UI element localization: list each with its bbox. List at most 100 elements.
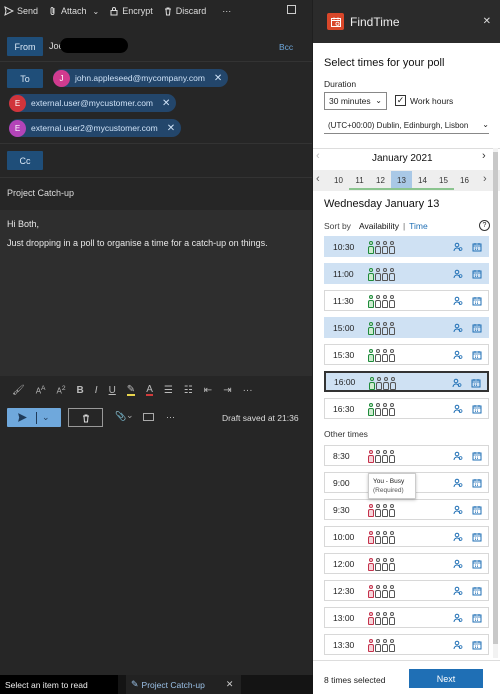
attendees-icon[interactable] bbox=[453, 451, 463, 461]
day-cell[interactable]: 11 bbox=[349, 171, 370, 190]
calendar-icon[interactable] bbox=[472, 559, 482, 569]
chevron-down-icon[interactable]: ⌄ bbox=[42, 412, 50, 423]
next-button[interactable]: Next bbox=[409, 669, 483, 688]
sort-availability[interactable]: Availability bbox=[359, 221, 399, 231]
day-cell[interactable]: 15 bbox=[433, 171, 454, 190]
attach-button[interactable]: Attach ⌄ bbox=[48, 6, 99, 16]
attendees-icon[interactable] bbox=[453, 296, 463, 306]
bcc-button[interactable]: Bcc bbox=[279, 42, 293, 52]
attendees-icon[interactable] bbox=[453, 559, 463, 569]
remove-recipient-icon[interactable]: ✕ bbox=[162, 98, 170, 109]
calendar-icon[interactable] bbox=[472, 323, 482, 333]
calendar-icon[interactable] bbox=[472, 640, 482, 650]
increase-indent-icon[interactable]: ⇥ bbox=[223, 385, 231, 396]
attendees-icon[interactable] bbox=[453, 242, 463, 252]
time-slot[interactable]: 12:00 bbox=[324, 553, 489, 574]
time-slot[interactable]: 10:00 bbox=[324, 526, 489, 547]
calendar-icon[interactable] bbox=[472, 269, 482, 279]
time-slot[interactable]: 13:30 bbox=[324, 634, 489, 655]
time-slot[interactable]: 12:30 bbox=[324, 580, 489, 601]
day-cell[interactable]: 14 bbox=[412, 171, 433, 190]
popout-icon[interactable] bbox=[287, 5, 296, 14]
from-button[interactable]: From bbox=[7, 37, 43, 56]
calendar-icon[interactable] bbox=[472, 505, 482, 515]
more-options-button[interactable]: ··· bbox=[222, 6, 231, 16]
scrollbar[interactable] bbox=[493, 148, 498, 658]
attendees-icon[interactable] bbox=[453, 404, 463, 414]
format-painter-icon[interactable]: 🖌 bbox=[12, 385, 25, 396]
cc-button[interactable]: Cc bbox=[7, 151, 43, 170]
attendees-icon[interactable] bbox=[453, 350, 463, 360]
italic-icon[interactable]: I bbox=[95, 385, 98, 396]
remove-recipient-icon[interactable]: ✕ bbox=[167, 123, 175, 134]
calendar-icon[interactable] bbox=[471, 378, 481, 388]
superscript-icon[interactable]: A2 bbox=[57, 385, 66, 396]
underline-icon[interactable]: U bbox=[109, 385, 116, 396]
day-cell-selected[interactable]: 13 bbox=[391, 171, 412, 190]
day-cell[interactable]: 10 bbox=[328, 171, 349, 190]
calendar-icon[interactable] bbox=[472, 586, 482, 596]
attendees-icon[interactable] bbox=[453, 532, 463, 542]
highlight-icon[interactable]: ✎ bbox=[126, 384, 136, 396]
timezone-select[interactable]: (UTC+00:00) Dublin, Edinburgh, Lisbon ⌄ bbox=[324, 118, 489, 134]
calendar-icon[interactable] bbox=[472, 613, 482, 623]
chevron-right-icon[interactable]: › bbox=[483, 173, 487, 185]
time-slot[interactable]: 11:00 bbox=[324, 263, 489, 284]
time-slot[interactable]: 16:00 bbox=[324, 371, 489, 392]
day-cell[interactable]: 12 bbox=[370, 171, 391, 190]
time-slot[interactable]: 9:30 bbox=[324, 499, 489, 520]
bold-icon[interactable]: B bbox=[77, 385, 84, 396]
time-slot[interactable]: 13:00 bbox=[324, 607, 489, 628]
more-format-icon[interactable]: ··· bbox=[243, 385, 253, 396]
calendar-icon[interactable] bbox=[472, 404, 482, 414]
time-slot[interactable]: 16:30 bbox=[324, 398, 489, 419]
bullets-icon[interactable]: ☰ bbox=[164, 385, 173, 396]
day-cell[interactable]: 16 bbox=[454, 171, 475, 190]
encrypt-button[interactable]: Encrypt bbox=[109, 6, 153, 16]
to-button[interactable]: To bbox=[7, 69, 43, 88]
calendar-icon[interactable] bbox=[472, 296, 482, 306]
numbering-icon[interactable]: ☷ bbox=[184, 385, 193, 396]
calendar-icon[interactable] bbox=[472, 242, 482, 252]
image-icon[interactable] bbox=[143, 413, 154, 421]
time-slot[interactable]: 11:30 bbox=[324, 290, 489, 311]
font-color-icon[interactable]: A bbox=[146, 384, 153, 396]
remove-recipient-icon[interactable]: ✕ bbox=[214, 73, 222, 84]
duration-select[interactable]: 30 minutes ⌄ bbox=[324, 92, 387, 110]
draft-tab[interactable]: ✎ Project Catch-up ✕ bbox=[126, 675, 241, 694]
recipient-chip[interactable]: J john.appleseed@mycompany.com ✕ bbox=[53, 69, 229, 87]
work-hours-checkbox[interactable]: ✓ Work hours bbox=[395, 95, 453, 106]
chevron-down-icon[interactable]: ⌄ bbox=[126, 410, 134, 421]
attendees-icon[interactable] bbox=[453, 478, 463, 488]
more-options-button[interactable]: ··· bbox=[166, 412, 175, 422]
chevron-left-icon[interactable]: ‹ bbox=[316, 173, 320, 185]
discard-button[interactable]: Discard bbox=[163, 6, 206, 16]
close-icon[interactable]: ✕ bbox=[483, 16, 491, 27]
attendees-icon[interactable] bbox=[453, 640, 463, 650]
attendees-icon[interactable] bbox=[452, 378, 462, 388]
help-icon[interactable]: ? bbox=[479, 220, 490, 231]
time-slot[interactable]: 10:30 bbox=[324, 236, 489, 257]
subject-field[interactable]: Project Catch-up bbox=[7, 188, 74, 198]
recipient-chip[interactable]: E external.user@mycustomer.com ✕ bbox=[9, 94, 177, 112]
send-button[interactable]: Send bbox=[4, 6, 38, 16]
time-slot[interactable]: 8:30 bbox=[324, 445, 489, 466]
chevron-down-icon[interactable]: ⌄ bbox=[93, 7, 100, 16]
calendar-icon[interactable] bbox=[472, 350, 482, 360]
time-slot[interactable]: 15:00 bbox=[324, 317, 489, 338]
font-size-icon[interactable]: AA bbox=[36, 385, 46, 396]
recipient-chip[interactable]: E external.user2@mycustomer.com ✕ bbox=[9, 119, 182, 137]
attendees-icon[interactable] bbox=[453, 323, 463, 333]
time-slot[interactable]: 15:30 bbox=[324, 344, 489, 365]
attach-icon[interactable]: 📎 bbox=[115, 411, 126, 422]
attendees-icon[interactable] bbox=[453, 613, 463, 623]
message-body[interactable]: Hi Both, Just dropping in a poll to orga… bbox=[0, 210, 312, 376]
calendar-icon[interactable] bbox=[472, 451, 482, 461]
chevron-left-icon[interactable]: ‹ bbox=[316, 150, 320, 162]
decrease-indent-icon[interactable]: ⇤ bbox=[204, 385, 212, 396]
scrollbar-thumb[interactable] bbox=[493, 152, 498, 644]
calendar-icon[interactable] bbox=[472, 532, 482, 542]
send-split-button[interactable]: ⌄ bbox=[7, 408, 61, 427]
attendees-icon[interactable] bbox=[453, 505, 463, 515]
attendees-icon[interactable] bbox=[453, 269, 463, 279]
